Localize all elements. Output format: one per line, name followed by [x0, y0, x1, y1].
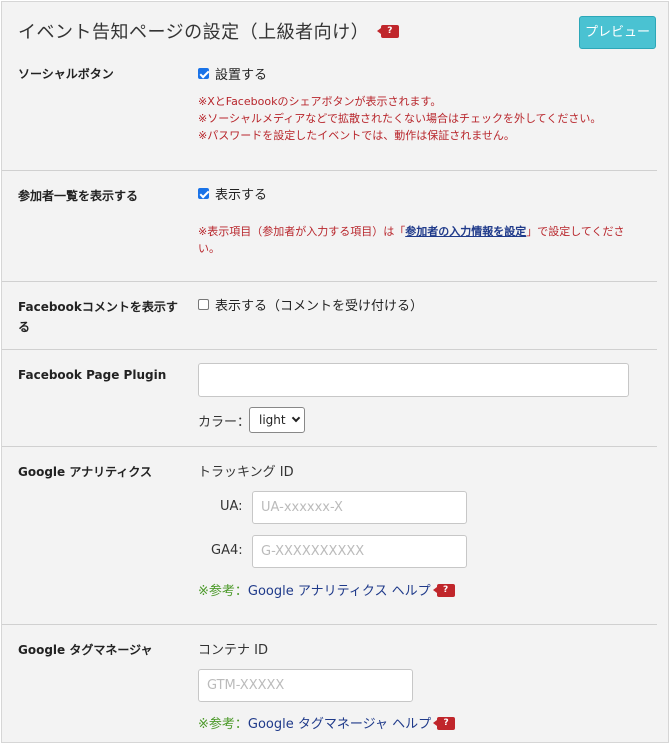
participants-note-prefix: ※表示項目（参加者が入力する項目）は「: [198, 225, 406, 238]
tracking-id-heading: トラッキング ID: [198, 465, 294, 480]
divider: [2, 624, 657, 625]
social-button-checkbox-label: 設置する: [215, 68, 268, 83]
panel-header: イベント告知ページの設定（上級者向け）? プレビュー: [2, 2, 670, 58]
ga-reference: ※参考：Google アナリティクス ヘルプ?: [198, 580, 455, 599]
ga4-label: GA4:: [211, 543, 243, 558]
fb-comment-checkbox[interactable]: [198, 299, 209, 310]
divider: [2, 170, 657, 171]
fb-comment-label-line2: る: [18, 320, 31, 334]
social-note-3: ※パスワードを設定したイベントでは、動作は保証されません。: [198, 129, 515, 142]
participants-note-tail: い。: [198, 242, 220, 255]
divider: [2, 446, 657, 447]
color-label: カラー：: [198, 415, 251, 430]
gtm-label: Google タグマネージャ: [18, 643, 153, 657]
ga-label: Google アナリティクス: [18, 465, 153, 479]
color-select[interactable]: light: [249, 407, 305, 433]
gtm-reference: ※参考：Google タグマネージャ ヘルプ?: [198, 713, 456, 732]
participants-label: 参加者一覧を表示する: [18, 189, 139, 203]
social-button-checkbox-row[interactable]: 設置する: [198, 64, 267, 83]
ga-ref-prefix: ※参考：: [198, 584, 248, 599]
participants-checkbox-label: 表示する: [215, 188, 268, 203]
fb-comment-checkbox-row[interactable]: 表示する（コメントを受け付ける）: [198, 295, 423, 314]
gtm-ref-prefix: ※参考：: [198, 717, 248, 732]
participants-note: ※表示項目（参加者が入力する項目）は「参加者の入力情報を設定」で設定してください…: [198, 223, 638, 257]
participants-checkbox-row[interactable]: 表示する: [198, 184, 267, 203]
page-title-text: イベント告知ページの設定（上級者向け）: [18, 22, 370, 43]
help-icon[interactable]: ?: [432, 584, 455, 597]
social-button-checkbox[interactable]: [198, 68, 209, 79]
participant-input-settings-link[interactable]: 参加者の入力情報を設定: [405, 225, 526, 238]
gtm-input[interactable]: GTM-XXXXX: [198, 669, 413, 702]
divider: [2, 349, 657, 350]
fb-comment-label: Facebookコメントを表示す る: [18, 297, 178, 337]
fb-page-plugin-label: Facebook Page Plugin: [18, 368, 167, 382]
settings-panel: イベント告知ページの設定（上級者向け）? プレビュー ソーシャルボタン 設置する…: [1, 1, 669, 743]
fb-comment-label-line1: Facebookコメントを表示す: [18, 300, 178, 314]
divider: [2, 281, 657, 282]
social-note-1: ※XとFacebookのシェアボタンが表示されます。: [198, 95, 442, 108]
social-note-2: ※ソーシャルメディアなどで拡散されたくない場合はチェックを外してください。: [198, 112, 602, 125]
help-icon[interactable]: ?: [377, 24, 400, 38]
chevron-down-icon: [291, 413, 301, 423]
participants-note-mid: 」で設定してくださ: [526, 225, 625, 238]
social-button-notes: ※XとFacebookのシェアボタンが表示されます。 ※ソーシャルメディアなどで…: [198, 93, 638, 144]
ga4-input[interactable]: G-XXXXXXXXXX: [252, 535, 467, 568]
preview-button[interactable]: プレビュー: [579, 16, 656, 49]
help-icon[interactable]: ?: [433, 717, 456, 730]
participants-checkbox[interactable]: [198, 188, 209, 199]
page-title: イベント告知ページの設定（上級者向け）?: [18, 18, 400, 44]
social-button-label: ソーシャルボタン: [18, 67, 114, 81]
ua-input[interactable]: UA-xxxxxx-X: [252, 491, 467, 524]
ga-help-link[interactable]: Google アナリティクス ヘルプ: [248, 584, 431, 599]
fb-comment-checkbox-label: 表示する（コメントを受け付ける）: [215, 299, 424, 314]
container-id-heading: コンテナ ID: [198, 643, 268, 658]
gtm-help-link[interactable]: Google タグマネージャ ヘルプ: [248, 717, 431, 732]
fb-page-plugin-input[interactable]: [198, 363, 629, 397]
ua-label: UA:: [220, 499, 243, 514]
color-select-value: light: [259, 413, 286, 427]
